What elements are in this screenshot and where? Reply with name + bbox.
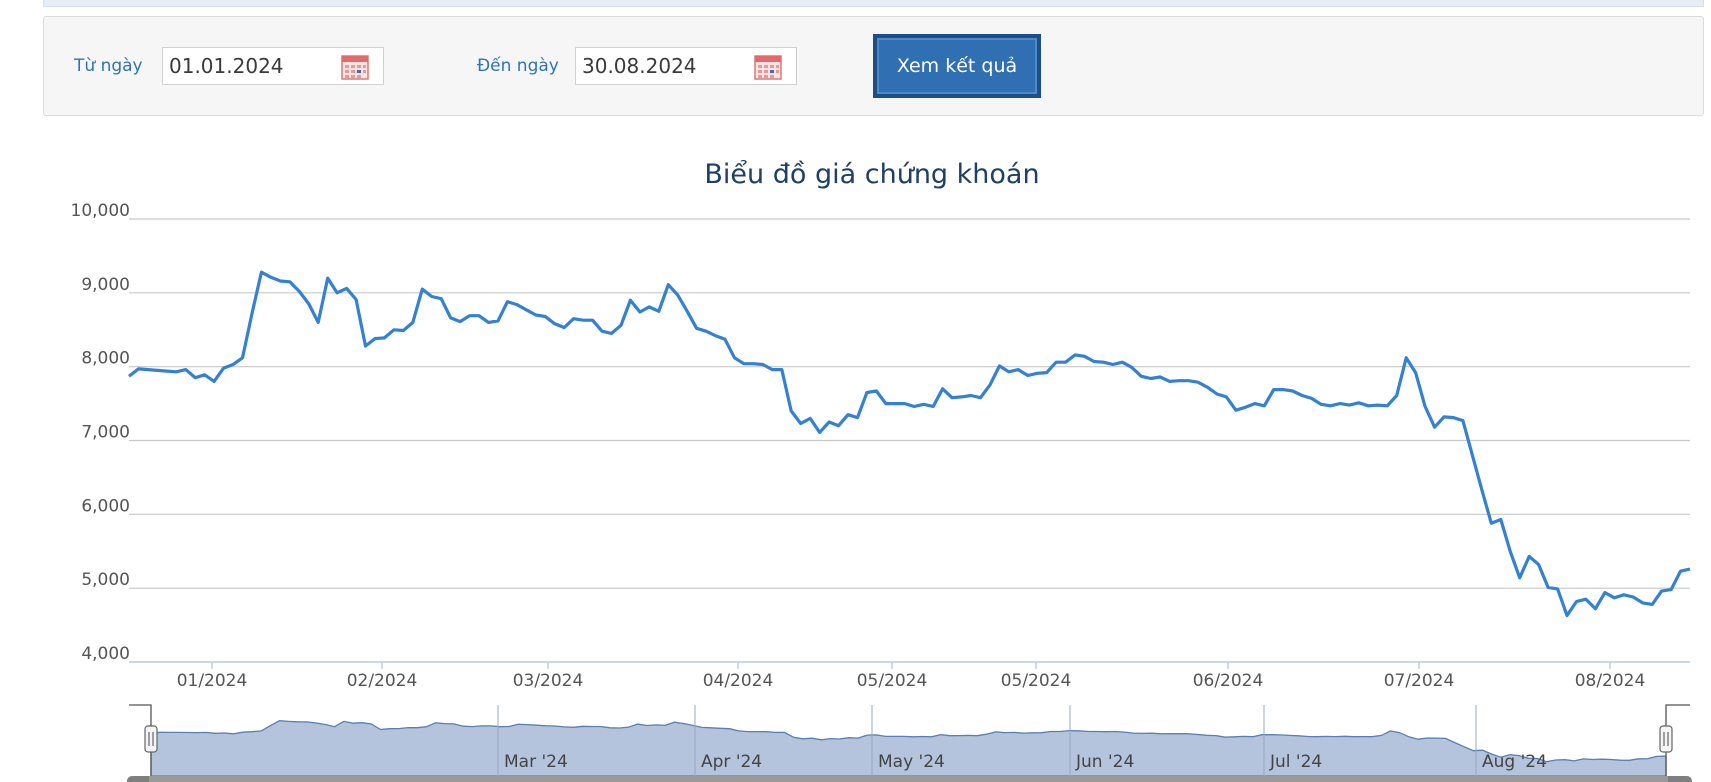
x-tick-label: 01/2024 [177, 671, 248, 691]
x-tick-label: 03/2024 [513, 671, 584, 691]
x-tick-label: 05/2024 [857, 671, 928, 691]
navigator-label: Aug '24 [1482, 752, 1547, 772]
view-results-button[interactable]: Xem kết quả [873, 34, 1041, 98]
from-date-label: Từ ngày [74, 56, 143, 76]
navigator[interactable]: Mar '24 Apr '24 May '24 Jun '24 Jul '24 Aug '… [127, 704, 1692, 782]
y-tick-label: 4,000 [81, 644, 130, 664]
x-tick-label: 06/2024 [1193, 671, 1264, 691]
y-tick-label: 10,000 [71, 201, 130, 221]
price-series-line [128, 270, 1691, 618]
x-tick-label: 04/2024 [703, 671, 774, 691]
to-date-field[interactable] [575, 47, 797, 85]
chart-title: Biểu đồ giá chứng khoán [704, 159, 1039, 190]
y-tick-label: 5,000 [81, 570, 130, 590]
grid-lines [129, 218, 1690, 663]
scrollbar-thumb[interactable] [149, 776, 1668, 782]
x-tick-label: 07/2024 [1384, 671, 1455, 691]
from-date-field[interactable] [162, 47, 384, 85]
calendar-icon[interactable] [754, 54, 782, 80]
navigator-label: May '24 [878, 752, 945, 772]
navigator-label: Apr '24 [701, 752, 762, 772]
navigator-label: Mar '24 [504, 752, 568, 772]
y-tick-label: 9,000 [81, 275, 130, 295]
y-tick-label: 8,000 [81, 349, 130, 369]
to-date-input[interactable] [582, 54, 752, 78]
navigator-label: Jun '24 [1075, 752, 1134, 772]
handle-body[interactable] [144, 725, 158, 753]
navigator-label: Jul '24 [1269, 752, 1322, 772]
y-axis-labels: 10,000 9,000 8,000 7,000 6,000 5,000 4,000 [71, 201, 130, 664]
series-layer [128, 270, 1691, 618]
x-tick-label: 02/2024 [347, 671, 418, 691]
y-tick-label: 6,000 [81, 496, 130, 516]
calendar-icon[interactable] [341, 54, 369, 80]
y-tick-label: 7,000 [81, 423, 130, 443]
price-chart: Biểu đồ giá chứng khoán 10,000 9,000 8,000… [71, 159, 1692, 782]
x-tick-label: 05/2024 [1001, 671, 1072, 691]
top-strip [43, 0, 1704, 7]
navigator-handle[interactable] [144, 725, 158, 753]
to-date-label: Đến ngày [477, 56, 559, 76]
navigator-handle[interactable] [1659, 725, 1673, 753]
x-axis-labels: 01/2024 02/2024 03/2024 04/2024 05/2024 05/20… [177, 662, 1646, 691]
x-tick-label: 08/2024 [1575, 671, 1646, 691]
from-date-input[interactable] [169, 54, 339, 78]
handle-body[interactable] [1659, 725, 1673, 753]
